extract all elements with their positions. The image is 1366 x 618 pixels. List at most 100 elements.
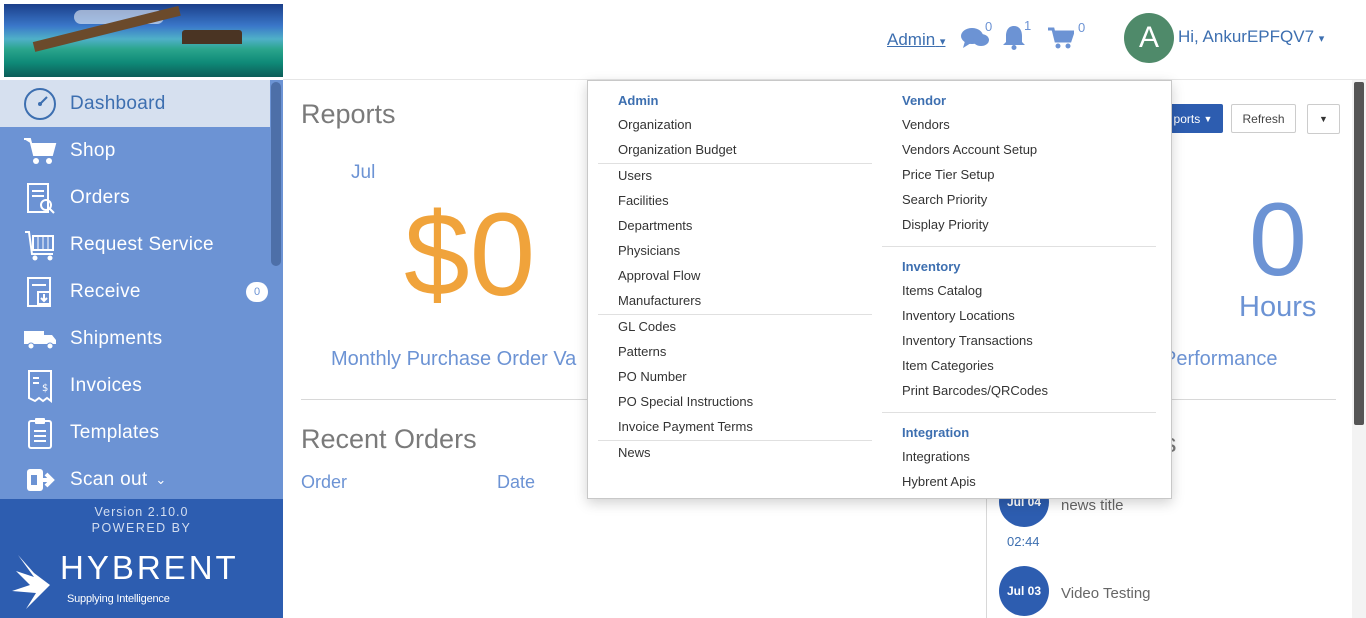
svg-text:$: $ [42, 383, 48, 394]
sidebar-item-invoices[interactable]: $ Invoices [0, 362, 270, 409]
scan-out-icon [22, 462, 58, 498]
sidebar-item-label: Request Service [70, 233, 214, 255]
reports-dropdown-button[interactable]: ports ▼ [1163, 104, 1223, 133]
bell-icon[interactable] [1002, 24, 1026, 50]
avatar[interactable]: A [1124, 13, 1174, 63]
inventory-menu-item-print-barcodes-qrcodes[interactable]: Print Barcodes/QRCodes [902, 383, 1048, 398]
reports-label: ports [1173, 111, 1201, 126]
caret-down-icon: ▼ [1319, 114, 1328, 124]
news-date-badge: Jul 03 [999, 566, 1049, 616]
cart-icon [22, 133, 58, 169]
vendor-menu-item-vendors-account-setup[interactable]: Vendors Account Setup [902, 142, 1037, 157]
truck-icon [22, 321, 58, 357]
hybrent-logo: HYBRENT Supplying Intelligence [12, 551, 239, 609]
column-header-order[interactable]: Order [301, 472, 347, 493]
invoice-icon: $ [22, 368, 58, 404]
news-title[interactable]: Video Testing [1061, 585, 1151, 602]
vendor-menu-item-search-priority[interactable]: Search Priority [902, 192, 987, 207]
sidebar-item-label: Dashboard [70, 92, 166, 114]
messages-count: 0 [985, 19, 993, 34]
inventory-menu-item-item-categories[interactable]: Item Categories [902, 358, 994, 373]
receive-icon [22, 274, 58, 310]
vendor-menu-item-price-tier-setup[interactable]: Price Tier Setup [902, 167, 995, 182]
admin-menu-toggle[interactable]: Admin ▾ [887, 30, 945, 50]
vendor-menu-item-display-priority[interactable]: Display Priority [902, 217, 989, 232]
admin-menu-item-invoice-payment-terms[interactable]: Invoice Payment Terms [618, 419, 753, 434]
admin-menu-item-po-number[interactable]: PO Number [618, 369, 687, 384]
column-header-date[interactable]: Date [497, 472, 535, 493]
caret-down-icon: ▼ [1203, 113, 1213, 124]
integration-menu-heading: Integration [902, 425, 970, 440]
sidebar-item-label: Shop [70, 139, 116, 161]
hybrent-bird-icon [12, 555, 50, 609]
admin-menu-item-facilities[interactable]: Facilities [618, 193, 669, 208]
admin-menu-item-manufacturers[interactable]: Manufacturers [618, 293, 701, 308]
integration-menu-item-hybrent-apis[interactable]: Hybrent Apis [902, 474, 976, 489]
orders-icon [22, 180, 58, 216]
news-title[interactable]: news title [1061, 497, 1124, 514]
version-text: Version 2.10.0 [94, 505, 189, 519]
recent-orders-title: Recent Orders [301, 424, 477, 454]
admin-menu-item-patterns[interactable]: Patterns [618, 344, 666, 359]
admin-menu-item-news[interactable]: News [618, 445, 651, 460]
sidebar-item-label: Templates [70, 421, 160, 443]
page-scrollbar[interactable] [1352, 80, 1366, 618]
menu-divider [598, 163, 872, 164]
sidebar-item-templates[interactable]: Templates [0, 409, 270, 456]
caret-down-icon: ▾ [1318, 33, 1325, 45]
admin-menu-item-gl-codes[interactable]: GL Codes [618, 319, 676, 334]
admin-menu-item-departments[interactable]: Departments [618, 218, 692, 233]
news-time: 02:44 [1007, 534, 1040, 549]
header-banner-image [4, 4, 283, 77]
hours-label: Hours [1239, 291, 1317, 323]
purchase-amount: $0 [404, 189, 536, 321]
powered-by-text: POWERED BY [91, 521, 192, 535]
admin-menu-item-physicians[interactable]: Physicians [618, 243, 680, 258]
vendor-menu-heading: Vendor [902, 93, 947, 108]
caret-down-icon: ▾ [939, 36, 946, 48]
inventory-menu-item-items-catalog[interactable]: Items Catalog [902, 283, 982, 298]
admin-menu-item-po-special-instructions[interactable]: PO Special Instructions [618, 394, 753, 409]
admin-menu-item-approval-flow[interactable]: Approval Flow [618, 268, 700, 283]
user-menu-toggle[interactable]: Hi, AnkurEPFQV7 ▾ [1178, 27, 1324, 47]
receive-count-badge: 0 [246, 282, 268, 302]
inventory-menu-item-inventory-transactions[interactable]: Inventory Transactions [902, 333, 1033, 348]
admin-menu-item-organization[interactable]: Organization [618, 117, 692, 132]
integration-menu-item-integrations[interactable]: Integrations [902, 449, 970, 464]
brand-name: HYBRENT [60, 549, 239, 586]
greeting-text: Hi, AnkurEPFQV7 [1178, 27, 1315, 46]
sidebar-item-label: Invoices [70, 374, 143, 396]
inventory-menu-item-inventory-locations[interactable]: Inventory Locations [902, 308, 1015, 323]
shopping-cart-icon[interactable] [1048, 27, 1074, 49]
more-options-button[interactable]: ▼ [1307, 104, 1340, 134]
page-title: Reports [301, 99, 396, 129]
sidebar-item-orders[interactable]: Orders [0, 174, 270, 221]
admin-menu-item-users[interactable]: Users [618, 168, 652, 183]
brand-tagline: Supplying Intelligence [67, 593, 170, 605]
sidebar-footer: Version 2.10.0 POWERED BY HYBRENT Supply… [0, 499, 283, 618]
admin-menu-heading: Admin [618, 93, 659, 108]
request-service-icon [22, 227, 58, 263]
top-bar: Admin ▾ 0 1 0 A Hi, AnkurEPFQV7 ▾ [283, 0, 1366, 80]
vendor-menu-item-vendors[interactable]: Vendors [902, 117, 950, 132]
sidebar-item-shipments[interactable]: Shipments [0, 315, 270, 362]
sidebar-item-scan-out[interactable]: Scan out ⌄ [0, 456, 270, 503]
dashboard-icon [22, 86, 58, 122]
sidebar-item-label: Orders [70, 186, 130, 208]
sidebar-item-label: Receive [70, 280, 141, 302]
notifications-count: 1 [1024, 18, 1032, 33]
sidebar-item-shop[interactable]: Shop [0, 127, 270, 174]
sidebar-item-label: Scan out [70, 468, 148, 490]
sidebar-item-label: Shipments [70, 327, 163, 349]
refresh-button[interactable]: Refresh [1231, 104, 1296, 133]
monthly-po-value-label: Monthly Purchase Order Va [331, 348, 577, 370]
page-scrollbar-thumb[interactable] [1354, 82, 1364, 425]
template-icon [22, 415, 58, 451]
sidebar-item-dashboard[interactable]: Dashboard [0, 80, 270, 127]
hours-value: 0 [1249, 182, 1307, 298]
sidebar-scrollbar-thumb[interactable] [271, 82, 281, 266]
month-label: Jul [351, 162, 376, 183]
sidebar-item-request-service[interactable]: Request Service [0, 221, 270, 268]
sidebar-item-receive[interactable]: Receive 0 [0, 268, 270, 315]
admin-menu-item-organization-budget[interactable]: Organization Budget [618, 142, 737, 157]
